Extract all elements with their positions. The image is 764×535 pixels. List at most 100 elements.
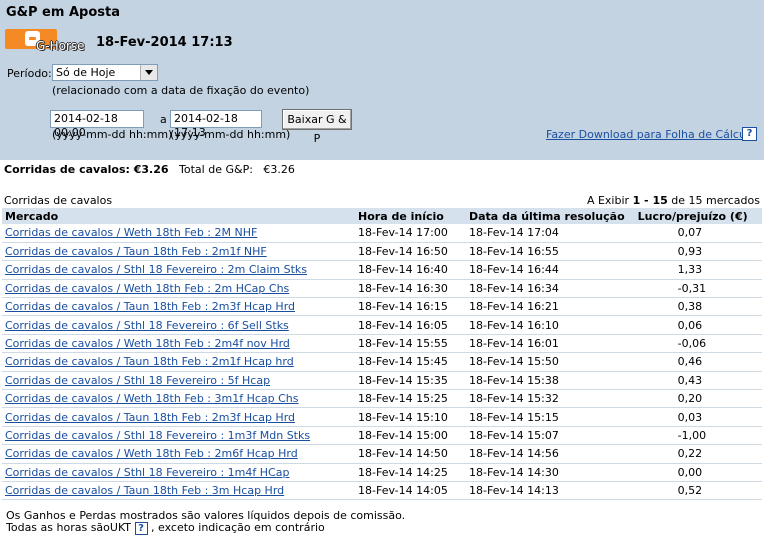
market-link[interactable]: Corridas de cavalos / Taun 18th Feb : 2m… [5, 300, 295, 313]
date-separator: a [160, 113, 167, 126]
horse-racing-total: Corridas de cavalos: €3.26 [4, 163, 169, 176]
total-label: Total de G&P: [179, 163, 253, 176]
pager-info: A Exibir 1 - 15 de 15 mercados [587, 194, 760, 207]
logo-brand-text: G-Horse [36, 39, 85, 53]
market-cell: Corridas de cavalos / Sthl 18 Fevereiro … [2, 315, 356, 335]
period-select[interactable]: Só de Hoje [52, 64, 158, 81]
column-header-settled-date[interactable]: Data da última resolução [466, 208, 628, 224]
date-to-input[interactable]: 2014-02-18 17:13 [170, 110, 262, 139]
market-link[interactable]: Corridas de cavalos / Taun 18th Feb : 2m… [5, 245, 267, 258]
help-icon[interactable]: ? [742, 127, 757, 141]
profit-loss-cell: 0,52 [627, 481, 762, 501]
start-time-cell: 18-Fev-14 16:40 [356, 260, 466, 280]
date-from-input[interactable]: 2014-02-18 00:00 [50, 110, 144, 139]
table-row: Corridas de cavalos / Taun 18th Feb : 2m… [2, 297, 762, 317]
market-link[interactable]: Corridas de cavalos / Taun 18th Feb : 3m… [5, 484, 284, 497]
settled-date-cell: 18-Fev-14 15:32 [466, 389, 628, 409]
market-cell: Corridas de cavalos / Sthl 18 Fevereiro … [2, 260, 356, 280]
market-cell: Corridas de cavalos / Weth 18th Feb : 2m… [2, 444, 356, 464]
table-row: Corridas de cavalos / Weth 18th Feb : 2m… [2, 334, 762, 354]
column-header-profit-loss[interactable]: Lucro/prejuízo (€) [627, 208, 762, 224]
market-link[interactable]: Corridas de cavalos / Sthl 18 Fevereiro … [5, 263, 307, 276]
table-row: Corridas de cavalos / Sthl 18 Fevereiro … [2, 315, 762, 335]
profit-loss-cell: 0,46 [627, 352, 762, 372]
profit-loss-cell: 0,22 [627, 444, 762, 464]
settled-date-cell: 18-Fev-14 15:15 [466, 407, 628, 427]
start-time-cell: 18-Fev-14 15:35 [356, 371, 466, 391]
market-cell: Corridas de cavalos / Weth 18th Feb : 2m… [2, 279, 356, 299]
profit-loss-cell: 0,93 [627, 242, 762, 262]
profit-loss-cell: 0,00 [627, 463, 762, 482]
market-link[interactable]: Corridas de cavalos / Weth 18th Feb : 2m… [5, 337, 290, 350]
market-link[interactable]: Corridas de cavalos / Sthl 18 Fevereiro … [5, 429, 310, 442]
pager-range: 1 - 15 [632, 194, 668, 207]
start-time-cell: 18-Fev-14 15:00 [356, 426, 466, 446]
section-title: Corridas de cavalos [4, 194, 113, 207]
settled-date-cell: 18-Fev-14 14:56 [466, 444, 628, 464]
market-link[interactable]: Corridas de cavalos / Taun 18th Feb : 2m… [5, 355, 294, 368]
table-row: Corridas de cavalos / Weth 18th Feb : 2m… [2, 444, 762, 464]
market-cell: Corridas de cavalos / Taun 18th Feb : 2m… [2, 352, 356, 372]
profit-loss-cell: 0,06 [627, 315, 762, 335]
start-time-cell: 18-Fev-14 16:15 [356, 297, 466, 317]
settled-date-cell: 18-Fev-14 15:50 [466, 352, 628, 372]
column-header-start-time[interactable]: Hora de início [356, 208, 466, 224]
table-row: Corridas de cavalos / Sthl 18 Fevereiro … [2, 371, 762, 391]
settled-date-cell: 18-Fev-14 15:38 [466, 371, 628, 391]
footer-timezone-note: Todas as horas sãoUKT ? , exceto indicaç… [6, 521, 325, 535]
period-label: Período: [7, 67, 52, 80]
timezone-help-icon[interactable]: ? [134, 522, 148, 535]
settled-date-cell: 18-Fev-14 16:01 [466, 334, 628, 354]
start-time-cell: 18-Fev-14 16:05 [356, 315, 466, 335]
profit-loss-cell: 0,38 [627, 297, 762, 317]
market-link[interactable]: Corridas de cavalos / Weth 18th Feb : 2M… [5, 226, 257, 239]
profit-loss-cell: 1,33 [627, 260, 762, 280]
market-link[interactable]: Corridas de cavalos / Sthl 18 Fevereiro … [5, 319, 289, 332]
market-link[interactable]: Corridas de cavalos / Weth 18th Feb : 2m… [5, 282, 289, 295]
current-datetime: 18-Fev-2014 17:13 [96, 35, 233, 50]
market-link[interactable]: Corridas de cavalos / Sthl 18 Fevereiro … [5, 374, 270, 387]
profit-loss-cell: 0,20 [627, 389, 762, 409]
pager-prefix: A Exibir [586, 194, 630, 207]
market-cell: Corridas de cavalos / Weth 18th Feb : 3m… [2, 389, 356, 409]
market-link[interactable]: Corridas de cavalos / Weth 18th Feb : 2m… [5, 447, 298, 460]
spreadsheet-download-link[interactable]: Fazer Download para Folha de Cálculo [546, 128, 756, 141]
start-time-cell: 18-Fev-14 14:05 [356, 481, 466, 501]
start-time-cell: 18-Fev-14 14:50 [356, 444, 466, 464]
settled-date-cell: 18-Fev-14 14:30 [466, 463, 628, 482]
profit-loss-cell: 0,43 [627, 371, 762, 391]
settled-date-cell: 18-Fev-14 16:34 [466, 279, 628, 299]
profit-loss-cell: 0,07 [627, 224, 762, 243]
table-row: Corridas de cavalos / Taun 18th Feb : 3m… [2, 481, 762, 501]
dropdown-arrow-icon[interactable] [140, 65, 157, 80]
market-cell: Corridas de cavalos / Taun 18th Feb : 2m… [2, 242, 356, 262]
pl-summary: Corridas de cavalos: €3.26 Total de G&P:… [4, 163, 295, 176]
settled-date-cell: 18-Fev-14 16:21 [466, 297, 628, 317]
market-cell: Corridas de cavalos / Weth 18th Feb : 2m… [2, 334, 356, 354]
filter-panel: G&P em Aposta G-Horse 18-Fev-2014 17:13 … [0, 0, 764, 160]
settled-date-cell: 18-Fev-14 16:10 [466, 315, 628, 335]
settled-date-cell: 18-Fev-14 16:44 [466, 260, 628, 280]
table-header-row: Mercado Hora de início Data da última re… [2, 208, 762, 224]
table-row: Corridas de cavalos / Taun 18th Feb : 2m… [2, 407, 762, 427]
market-link[interactable]: Corridas de cavalos / Taun 18th Feb : 2m… [5, 411, 295, 424]
market-cell: Corridas de cavalos / Sthl 18 Fevereiro … [2, 371, 356, 391]
table-row: Corridas de cavalos / Taun 18th Feb : 2m… [2, 242, 762, 262]
date-from-format-hint: (yyyy-mm-dd hh:mm) [52, 128, 173, 141]
market-cell: Corridas de cavalos / Taun 18th Feb : 2m… [2, 407, 356, 427]
column-header-market[interactable]: Mercado [2, 208, 356, 224]
start-time-cell: 18-Fev-14 15:55 [356, 334, 466, 354]
market-cell: Corridas de cavalos / Weth 18th Feb : 2M… [2, 224, 356, 243]
start-time-cell: 18-Fev-14 16:30 [356, 279, 466, 299]
total-value: €3.26 [263, 163, 295, 176]
download-pl-button[interactable]: Baixar G & P [282, 109, 352, 145]
start-time-cell: 18-Fev-14 15:25 [356, 389, 466, 409]
profit-loss-cell: -0,06 [627, 334, 762, 354]
start-time-cell: 18-Fev-14 17:00 [356, 224, 466, 243]
table-row: Corridas de cavalos / Sthl 18 Fevereiro … [2, 463, 762, 482]
results-table: Mercado Hora de início Data da última re… [2, 208, 762, 501]
market-link[interactable]: Corridas de cavalos / Weth 18th Feb : 3m… [5, 392, 299, 405]
g-horse-logo: G-Horse [5, 29, 91, 53]
market-link[interactable]: Corridas de cavalos / Sthl 18 Fevereiro … [5, 466, 289, 479]
profit-loss-cell: -0,31 [627, 279, 762, 299]
